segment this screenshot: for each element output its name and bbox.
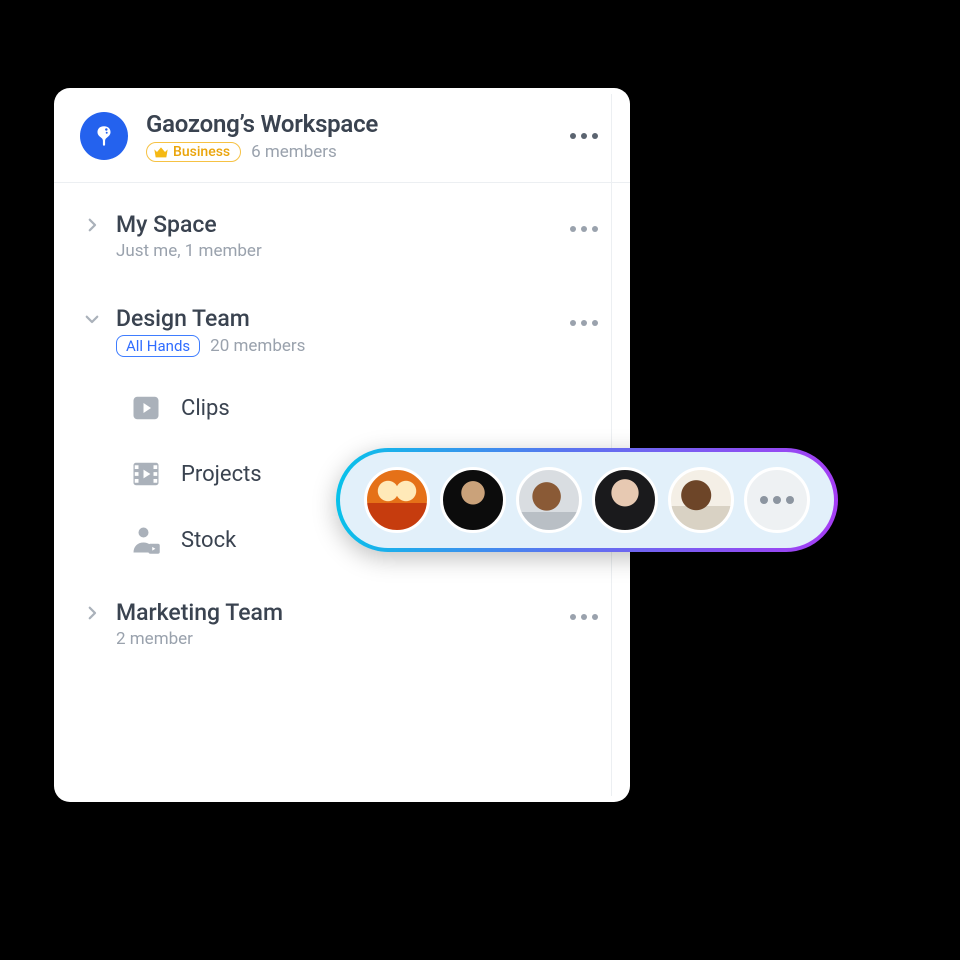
subitem-label: Projects bbox=[181, 462, 262, 487]
workspace-member-count: 6 members bbox=[251, 142, 337, 162]
space-menu-button[interactable] bbox=[564, 314, 604, 332]
crown-icon bbox=[153, 145, 169, 159]
space-menu-button[interactable] bbox=[564, 220, 604, 238]
space-subtitle: Just me, 1 member bbox=[116, 241, 262, 261]
workspace-logo bbox=[80, 112, 128, 160]
avatar[interactable] bbox=[668, 467, 734, 533]
logo-icon bbox=[91, 123, 117, 149]
spaces-list: My Space Just me, 1 member Design Team A… bbox=[54, 183, 630, 655]
chevron-down-icon[interactable] bbox=[80, 307, 104, 331]
space-title: Marketing Team bbox=[116, 599, 564, 626]
avatar[interactable] bbox=[516, 467, 582, 533]
subitem-clips[interactable]: Clips bbox=[129, 375, 630, 441]
avatar[interactable] bbox=[440, 467, 506, 533]
workspace-menu-button[interactable] bbox=[564, 127, 604, 145]
space-title: Design Team bbox=[116, 305, 564, 332]
avatar[interactable] bbox=[364, 467, 430, 533]
chevron-right-icon[interactable] bbox=[80, 213, 104, 237]
space-subtitle: 2 member bbox=[116, 629, 193, 649]
subitem-label: Clips bbox=[181, 396, 230, 421]
space-my-space[interactable]: My Space Just me, 1 member bbox=[54, 195, 630, 267]
subitem-label: Stock bbox=[181, 528, 236, 553]
more-members-button[interactable] bbox=[744, 467, 810, 533]
space-menu-button[interactable] bbox=[564, 608, 604, 626]
chevron-right-icon[interactable] bbox=[80, 601, 104, 625]
avatar[interactable] bbox=[592, 467, 658, 533]
member-avatars-row bbox=[340, 452, 834, 548]
space-design-team[interactable]: Design Team All Hands 20 members bbox=[54, 289, 630, 363]
space-marketing-team[interactable]: Marketing Team 2 member bbox=[54, 583, 630, 655]
space-title: My Space bbox=[116, 211, 564, 238]
member-avatars-popover bbox=[336, 448, 838, 552]
all-hands-tag: All Hands bbox=[116, 335, 200, 357]
space-member-count: 20 members bbox=[210, 336, 305, 356]
workspace-sidebar-panel: Gaozong’s Workspace Business 6 members bbox=[54, 88, 630, 802]
play-icon bbox=[129, 391, 163, 425]
plan-badge: Business bbox=[146, 142, 241, 162]
workspace-header: Gaozong’s Workspace Business 6 members bbox=[54, 88, 630, 183]
person-play-icon bbox=[129, 523, 163, 557]
workspace-title: Gaozong’s Workspace bbox=[146, 110, 564, 138]
plan-label: Business bbox=[173, 144, 230, 160]
film-icon bbox=[129, 457, 163, 491]
